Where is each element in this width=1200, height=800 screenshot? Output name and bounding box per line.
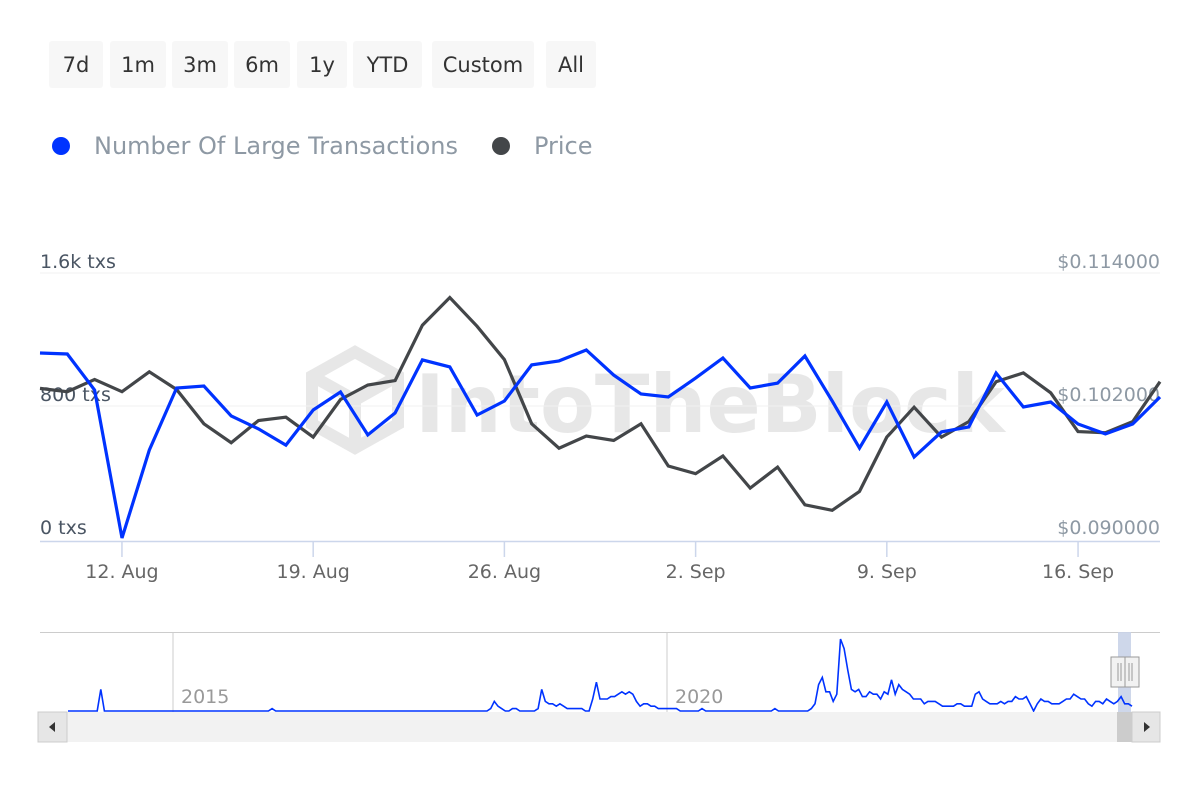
y-left-tick-label: 1.6k txs <box>40 251 116 273</box>
watermark-text: IntoTheBlock <box>415 358 1006 451</box>
scrollbar-thumb[interactable] <box>1117 712 1132 742</box>
x-tick-label: 12. Aug <box>85 561 158 583</box>
watermark-logo-icon <box>306 345 404 455</box>
y-right-tick-label: $0.114000 <box>1057 251 1160 273</box>
scroll-left-button[interactable] <box>37 711 68 743</box>
x-tick-label: 26. Aug <box>468 561 541 583</box>
navigator[interactable]: 2015 2020 <box>0 620 1200 760</box>
navigator-tick-label: 2015 <box>181 686 229 708</box>
navigator-tick-label: 2020 <box>675 686 723 708</box>
main-chart: IntoTheBlock 0 txs800 txs1.6k txs$0.0900… <box>39 251 1162 583</box>
y-right-tick-label: $0.090000 <box>1057 517 1160 539</box>
scroll-right-button[interactable] <box>1131 711 1161 743</box>
x-tick-label: 19. Aug <box>276 561 349 583</box>
navigator-handle-right[interactable] <box>1110 656 1140 688</box>
scrollbar-track[interactable] <box>40 712 1160 742</box>
x-tick-label: 16. Sep <box>1042 561 1114 583</box>
x-tick-label: 9. Sep <box>857 561 917 583</box>
y-left-tick-label: 0 txs <box>40 517 87 539</box>
x-tick-label: 2. Sep <box>666 561 726 583</box>
